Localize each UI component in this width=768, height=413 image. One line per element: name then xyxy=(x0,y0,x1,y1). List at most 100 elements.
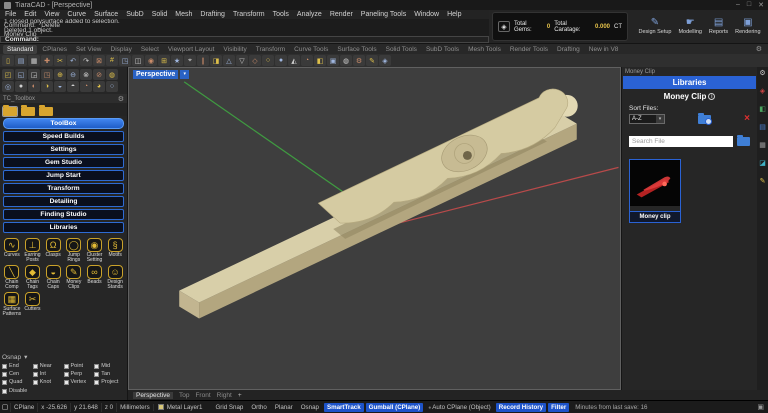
ortho-toggle[interactable]: Ortho xyxy=(248,403,269,412)
auto-cplane-toggle[interactable]: ●Auto CPlane (Object) xyxy=(425,403,494,412)
toolbar-icon[interactable]: ✂ xyxy=(54,55,66,66)
side-toolbar-icon[interactable]: ⊗ xyxy=(80,69,92,80)
osnap-disable[interactable]: Disable xyxy=(2,388,124,394)
toolbar-gear-icon[interactable]: ⚙ xyxy=(756,45,762,53)
osnap-point[interactable]: Point xyxy=(64,363,94,369)
checkbox[interactable] xyxy=(94,372,99,377)
menu-view[interactable]: View xyxy=(44,11,59,18)
panel-tab-icon[interactable]: ▤ xyxy=(759,123,766,131)
tab-solid-tools[interactable]: Solid Tools xyxy=(382,45,421,54)
toolbar-icon[interactable]: ◫ xyxy=(132,55,144,66)
toolbar-icon[interactable]: ◔ xyxy=(301,55,313,66)
settings-button[interactable]: Settings xyxy=(3,144,124,155)
library-item-cutters[interactable]: ✂ Cutters xyxy=(23,292,43,318)
osnap-near[interactable]: Near xyxy=(33,363,63,369)
minimize-button[interactable]: – xyxy=(736,1,740,9)
smarttrack-toggle[interactable]: SmartTrack xyxy=(324,403,364,412)
toolbar-icon[interactable]: ▽ xyxy=(236,55,248,66)
toolbar-icon[interactable]: ⊠ xyxy=(93,55,105,66)
toolbar-icon[interactable]: ◧ xyxy=(314,55,326,66)
checkbox[interactable] xyxy=(2,380,7,385)
side-toolbar-icon[interactable]: ⊕ xyxy=(54,69,66,80)
import-folder-icon[interactable] xyxy=(698,115,711,124)
menu-file[interactable]: File xyxy=(5,11,16,18)
menu-solid[interactable]: Solid xyxy=(152,11,168,18)
side-toolbar-icon[interactable]: ⊘ xyxy=(93,69,105,80)
osnap-end[interactable]: End xyxy=(2,363,32,369)
menu-window[interactable]: Window xyxy=(414,11,439,18)
menu-help[interactable]: Help xyxy=(447,11,461,18)
library-item-curves[interactable]: ∿ Curves xyxy=(2,238,22,264)
side-toolbar-icon[interactable]: ⊖ xyxy=(67,69,79,80)
toolbar-icon[interactable]: ✎ xyxy=(366,55,378,66)
toolbar-icon[interactable]: ▤ xyxy=(15,55,27,66)
tab-viewport-layout[interactable]: Viewport Layout xyxy=(164,45,219,54)
layer-field[interactable]: Metal Layer1 xyxy=(153,404,207,411)
gear-icon[interactable]: ⚙ xyxy=(118,95,124,103)
new-viewport-tab-button[interactable]: + xyxy=(238,392,242,399)
menu-drafting[interactable]: Drafting xyxy=(200,11,225,18)
toolbar-icon[interactable]: ◍ xyxy=(340,55,352,66)
library-item-design-stands[interactable]: ☺ Design Stands xyxy=(105,265,125,291)
maximize-button[interactable]: □ xyxy=(747,1,751,9)
library-item-chain-caps[interactable]: ◒ Chain Caps xyxy=(43,265,63,291)
panel-tab-icon[interactable]: ◧ xyxy=(759,105,766,113)
menu-paneling-tools[interactable]: Paneling Tools xyxy=(361,11,406,18)
browse-folder-icon[interactable] xyxy=(737,137,750,146)
osnap-int[interactable]: Int xyxy=(33,371,63,377)
menu-transform[interactable]: Transform xyxy=(233,11,265,18)
checkbox[interactable] xyxy=(33,372,38,377)
delete-icon[interactable]: × xyxy=(744,114,750,124)
cplane-field[interactable]: CPlane xyxy=(10,403,37,412)
close-button[interactable]: ✕ xyxy=(758,1,764,9)
side-toolbar-icon[interactable]: ◕ xyxy=(93,81,105,92)
viewport-tab-front[interactable]: Front xyxy=(195,392,210,399)
status-panel-icon[interactable]: ▢ xyxy=(0,403,10,411)
command-prompt[interactable]: Command: xyxy=(0,36,489,43)
side-toolbar-icon[interactable]: ◎ xyxy=(2,81,14,92)
tab-transform[interactable]: Transform xyxy=(252,45,289,54)
tab-visibility[interactable]: Visibility xyxy=(219,45,250,54)
filter-toggle[interactable]: Filter xyxy=(548,403,569,412)
menu-surface[interactable]: Surface xyxy=(94,11,118,18)
viewport-tab-top[interactable]: Top xyxy=(179,392,189,399)
detailing-button[interactable]: Detailing xyxy=(3,196,124,207)
libraries-header[interactable]: Libraries xyxy=(623,76,756,89)
osnap-toggle[interactable]: Osnap xyxy=(298,403,322,412)
chevron-down-icon[interactable]: ▾ xyxy=(656,115,664,123)
toolbar-icon[interactable]: ↷ xyxy=(80,55,92,66)
viewport-tab-right[interactable]: Right xyxy=(217,392,232,399)
sort-files-dropdown[interactable]: A-Z ▾ xyxy=(629,114,665,124)
viewport-tab-perspective[interactable]: Perspective xyxy=(133,392,173,399)
menu-curve[interactable]: Curve xyxy=(67,11,86,18)
toolbar-icon[interactable]: ★ xyxy=(171,55,183,66)
folder-tab-icon[interactable] xyxy=(39,107,53,116)
folder-tab-icon[interactable] xyxy=(21,107,35,116)
gear-icon[interactable]: ⚙ xyxy=(759,69,765,77)
side-toolbar-icon[interactable]: ◲ xyxy=(28,69,40,80)
tab-display[interactable]: Display xyxy=(107,45,136,54)
side-toolbar-icon[interactable]: ◐ xyxy=(28,81,40,92)
toolbar-icon[interactable]: ⚙ xyxy=(353,55,365,66)
design-setup-button[interactable]: ✎ Design Setup xyxy=(638,18,671,35)
side-toolbar-icon[interactable]: ◳ xyxy=(41,69,53,80)
side-toolbar-icon[interactable]: ◔ xyxy=(80,81,92,92)
panel-tab-icon[interactable]: ◈ xyxy=(760,87,765,95)
osnap-project[interactable]: Project xyxy=(94,379,124,385)
modelling-button[interactable]: ☛ Modelling xyxy=(678,18,702,35)
checkbox[interactable] xyxy=(33,380,38,385)
transform-button[interactable]: Transform xyxy=(3,183,124,194)
toolbar-icon[interactable]: ◨ xyxy=(210,55,222,66)
side-toolbar-icon[interactable]: ◰ xyxy=(2,69,14,80)
osnap-perp[interactable]: Perp xyxy=(64,371,94,377)
checkbox[interactable] xyxy=(2,372,7,377)
library-thumbnail-money-clip[interactable]: Money clip xyxy=(629,159,681,223)
checkbox[interactable] xyxy=(94,364,99,369)
osnap-quad[interactable]: Quad xyxy=(2,379,32,385)
side-toolbar-icon[interactable]: ◒ xyxy=(54,81,66,92)
toolbar-icon[interactable]: ◳ xyxy=(119,55,131,66)
side-toolbar-icon[interactable]: ◓ xyxy=(67,81,79,92)
tab-cplanes[interactable]: CPlanes xyxy=(38,45,71,54)
checkbox[interactable] xyxy=(64,372,69,377)
side-toolbar-icon[interactable]: ◑ xyxy=(41,81,53,92)
